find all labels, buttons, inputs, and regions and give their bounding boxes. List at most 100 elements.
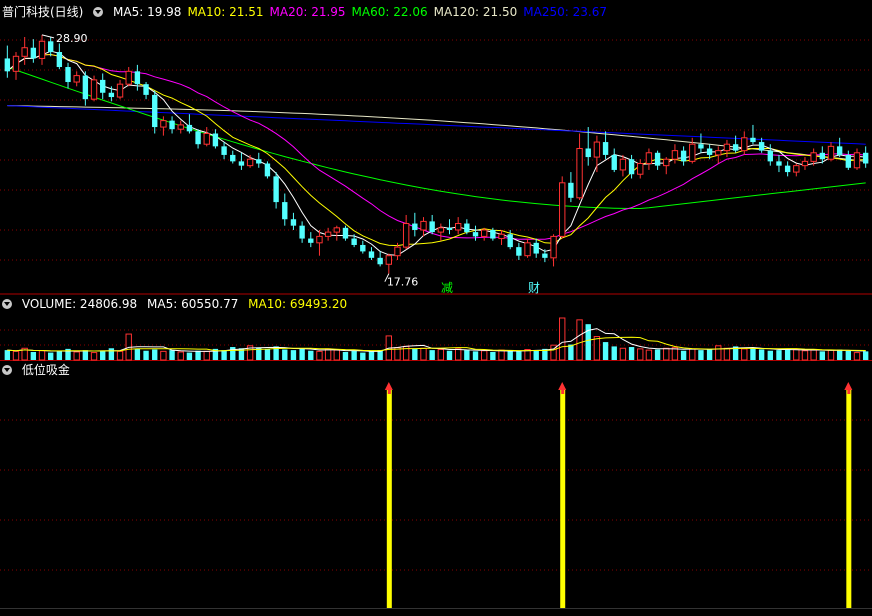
signal-arrow-icon (384, 382, 393, 390)
volume-ma5-label: MA5: 60550.77 (147, 297, 239, 311)
volume-bar (299, 348, 305, 360)
volume-bar (689, 348, 696, 361)
marker-jian: 减 (441, 281, 453, 295)
candle-body (21, 47, 28, 57)
volume-bar (56, 351, 63, 360)
ma-label-ma5: MA5: 19.98 (113, 5, 182, 19)
volume-bar (776, 350, 782, 360)
volume-bar (333, 349, 340, 361)
candle-body (715, 150, 722, 156)
candle-body (793, 165, 800, 173)
volume-bar (568, 344, 574, 360)
volume-bar (316, 350, 323, 361)
candle-body (611, 154, 617, 170)
volume-bar (801, 350, 809, 361)
volume-bar (221, 350, 227, 360)
candle-body (619, 158, 627, 171)
candle-body (784, 165, 791, 173)
candle-body (758, 142, 765, 151)
ma-labels: MA5: 19.98 MA10: 21.51 MA20: 21.95 MA60: 22… (113, 5, 613, 19)
volume-bar (73, 351, 80, 361)
candle-body (654, 152, 661, 166)
volume-bar (628, 347, 635, 360)
volume-bar (195, 350, 201, 360)
candle-body (402, 223, 410, 248)
candle-body (342, 227, 349, 239)
candle-body (116, 83, 124, 98)
volume-bar (134, 348, 141, 360)
volume-bar (750, 348, 756, 360)
volume-bar (516, 351, 522, 360)
candle-body (568, 182, 574, 198)
candle-body (680, 150, 687, 162)
candle-body (273, 176, 279, 203)
volume-bar (723, 347, 731, 361)
candle-body (203, 132, 210, 145)
candle-body (221, 146, 227, 155)
candle-body (246, 158, 254, 167)
volume-bar (169, 350, 175, 360)
volume-bar (264, 348, 271, 360)
volume-bar (654, 349, 661, 360)
ma-label-ma20: MA20: 21.95 (269, 5, 346, 19)
volume-panel-menu-icon[interactable] (2, 299, 12, 309)
volume-bar (464, 350, 470, 360)
candle-body (73, 75, 80, 83)
signal-arrow-icon (844, 382, 853, 390)
candle-body (4, 58, 11, 72)
candle-body (90, 79, 98, 100)
candle-body (559, 182, 566, 237)
candle-body (732, 144, 739, 151)
candle-body (454, 223, 462, 231)
candle-body (585, 148, 591, 158)
volume-bar (793, 349, 800, 361)
candle-body (723, 143, 731, 152)
volume-bar (637, 348, 644, 361)
candle-body (152, 94, 158, 128)
candle-body (542, 253, 548, 258)
volume-bar (308, 350, 314, 360)
volume-bar (360, 352, 366, 360)
candle-body (238, 161, 245, 166)
candle-body (82, 75, 89, 100)
candle-body (464, 223, 470, 233)
main-panel-menu-icon[interactable] (93, 7, 104, 17)
volume-bar (853, 352, 861, 361)
candle-body (420, 220, 427, 231)
volume-bar (203, 350, 210, 361)
volume-header: VOLUME: 24806.98 MA5: 60550.77 MA10: 694… (2, 296, 353, 312)
candle-body (446, 227, 453, 230)
volume-bar (619, 347, 627, 361)
candle-body (368, 251, 375, 258)
candle-body (810, 152, 817, 162)
stock-name: 普门科技(日线) (2, 5, 84, 19)
candle-body (516, 247, 522, 256)
volume-bar (827, 349, 835, 361)
volume-bar (741, 348, 748, 361)
volume-bar (490, 351, 496, 360)
volume-bar (671, 347, 679, 361)
candle-body (385, 255, 393, 265)
indicator-header: 低位吸金 (2, 362, 76, 378)
candle-body (593, 141, 601, 158)
candle-body (862, 152, 869, 164)
candle-body (845, 154, 852, 168)
candle-body (472, 232, 479, 237)
candle-body (360, 244, 366, 252)
volume-bar (706, 349, 713, 360)
volume-bar (836, 349, 843, 360)
candle-body (706, 148, 713, 155)
candle-body (550, 235, 557, 259)
volume-bar (230, 347, 236, 360)
volume-bar (420, 347, 427, 361)
volume-bar (758, 349, 765, 360)
ma-label-ma120: MA120: 21.50 (433, 5, 518, 19)
candle-body (351, 238, 357, 245)
candle-body (30, 47, 37, 59)
volume-bar (30, 351, 37, 360)
candle-body (671, 150, 679, 160)
indicator-panel-menu-icon[interactable] (2, 365, 12, 375)
signal-arrow-stem (561, 389, 565, 394)
candle-body (853, 152, 861, 169)
volume-bar (498, 349, 505, 361)
